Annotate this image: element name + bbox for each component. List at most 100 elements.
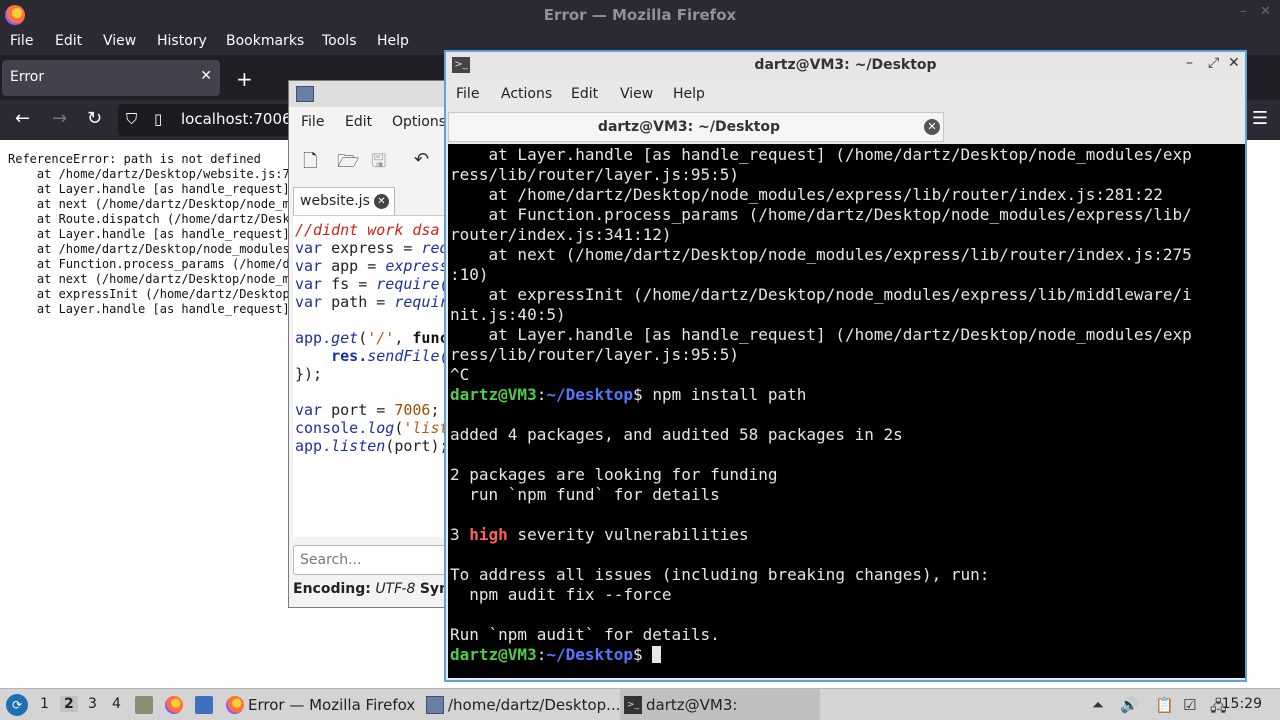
mousepad-window: File Edit Options 🗋 🗁 🖫 ↶ website.js ✕ /… bbox=[288, 80, 458, 608]
mp-tab-title: website.js bbox=[300, 193, 370, 209]
task-mousepad[interactable]: /home/dartz/Desktop... bbox=[422, 689, 621, 720]
tab-error[interactable]: Error ✕ bbox=[2, 60, 220, 96]
minimize-icon[interactable]: – bbox=[1240, 4, 1247, 19]
reload-icon[interactable]: ↻ bbox=[87, 108, 102, 129]
encoding-value[interactable]: UTF-8 bbox=[375, 581, 415, 597]
prompt-symbol: $ bbox=[633, 645, 653, 664]
forward-icon[interactable]: → bbox=[52, 108, 67, 129]
undo-icon[interactable]: ↶ bbox=[414, 149, 429, 170]
terminal-task-icon: >_ bbox=[624, 696, 642, 714]
task-terminal[interactable]: >_ dartz@VM3: ~/Desktop bbox=[620, 689, 820, 720]
term-menu-actions[interactable]: Actions bbox=[501, 86, 552, 102]
code-function: listen bbox=[331, 437, 386, 455]
code-function: get bbox=[331, 329, 359, 347]
maximize-icon[interactable]: ⤢ bbox=[1208, 55, 1219, 71]
code-text: ; bbox=[430, 401, 440, 419]
task-label-mousepad: /home/dartz/Desktop... bbox=[448, 696, 621, 714]
term-menu-view[interactable]: View bbox=[620, 86, 653, 102]
code-text: ( bbox=[358, 329, 368, 347]
desktop-icon[interactable] bbox=[195, 696, 213, 714]
save-icon[interactable]: 🖫 bbox=[371, 149, 386, 179]
menu-history[interactable]: History bbox=[157, 33, 207, 49]
menu-tools[interactable]: Tools bbox=[322, 33, 357, 49]
mousepad-statusbar: Encoding: UTF-8 Syn bbox=[293, 581, 449, 597]
mousepad-menubar: File Edit Options bbox=[289, 111, 457, 135]
code-function: sendFile( bbox=[367, 347, 449, 365]
updates-icon[interactable]: ☑ bbox=[1183, 696, 1196, 714]
volume-icon[interactable]: 🔊 bbox=[1120, 696, 1139, 714]
open-folder-icon[interactable]: 🗁 bbox=[337, 149, 359, 179]
prompt-separator: : bbox=[536, 385, 547, 404]
command-text: npm install path bbox=[652, 385, 807, 404]
mousepad-app-icon bbox=[296, 86, 314, 102]
mousepad-task-icon bbox=[426, 696, 444, 714]
start-menu-icon[interactable]: ⟳ bbox=[6, 694, 28, 716]
workspace-2[interactable]: 2 bbox=[60, 696, 78, 712]
term-menu-help[interactable]: Help bbox=[673, 86, 705, 102]
output-stacktrace: at Layer.handle [as handle_request] (/ho… bbox=[450, 145, 1192, 384]
terminal-window-title: dartz@VM3: ~/Desktop bbox=[754, 57, 937, 73]
terminal-tab[interactable]: dartz@VM3: ~/Desktop ✕ bbox=[448, 112, 944, 142]
term-menu-edit[interactable]: Edit bbox=[571, 86, 598, 102]
minimize-icon[interactable]: – bbox=[1186, 55, 1193, 71]
mp-menu-options[interactable]: Options bbox=[392, 114, 446, 130]
new-file-icon[interactable]: 🗋 bbox=[303, 149, 317, 179]
search-placeholder: Search... bbox=[300, 552, 362, 568]
firefox-titlebar: Error — Mozilla Firefox – ✕ bbox=[0, 0, 1280, 30]
back-icon[interactable]: ← bbox=[15, 108, 30, 129]
new-tab-icon[interactable]: + bbox=[236, 67, 253, 91]
file-manager-icon[interactable] bbox=[135, 696, 153, 714]
workspace-1[interactable]: 1 bbox=[40, 696, 49, 712]
firefox-launcher-icon[interactable] bbox=[165, 696, 183, 714]
prompt-symbol: $ bbox=[633, 385, 653, 404]
shield-icon[interactable]: ⛉ bbox=[126, 110, 137, 128]
code-keyword: var bbox=[295, 239, 323, 257]
code-text: express = bbox=[322, 239, 422, 257]
tab-website-js[interactable]: website.js ✕ bbox=[293, 187, 395, 215]
terminal-titlebar: >_ dartz@VM3: ~/Desktop – ⤢ ✕ bbox=[446, 52, 1245, 80]
prompt-separator: : bbox=[536, 645, 547, 664]
vuln-level: high bbox=[469, 525, 508, 544]
mp-menu-edit[interactable]: Edit bbox=[345, 114, 372, 130]
terminal-screen[interactable]: at Layer.handle [as handle_request] (/ho… bbox=[448, 144, 1245, 678]
taskbar: ⟳ 1 2 3 4 Error — Mozilla Firefox /home/… bbox=[0, 688, 1280, 720]
hamburger-menu-icon[interactable]: ☰ bbox=[1252, 108, 1268, 129]
firefox-task-icon bbox=[226, 696, 244, 714]
clock[interactable]: 15:29 bbox=[1222, 696, 1262, 712]
workspace-4[interactable]: 4 bbox=[112, 696, 121, 712]
code-object: app. bbox=[295, 329, 332, 347]
term-menu-file[interactable]: File bbox=[456, 86, 479, 102]
menu-bookmarks[interactable]: Bookmarks bbox=[226, 33, 304, 49]
close-window-icon[interactable]: ✕ bbox=[1260, 4, 1271, 19]
task-firefox[interactable]: Error — Mozilla Firefox bbox=[222, 689, 418, 720]
menu-file[interactable]: File bbox=[10, 33, 33, 49]
code-function: log bbox=[367, 419, 395, 437]
terminal-tab-close-icon[interactable]: ✕ bbox=[924, 119, 940, 135]
code-object: app. bbox=[295, 437, 332, 455]
close-window-icon[interactable]: ✕ bbox=[1228, 55, 1240, 71]
page-icon: ▯ bbox=[154, 110, 163, 128]
search-input[interactable]: Search... bbox=[293, 545, 457, 575]
code-function: require( bbox=[376, 275, 449, 293]
code-comment: //didnt work dsa bbox=[295, 221, 440, 239]
terminal-output[interactable]: at Layer.handle [as handle_request] (/ho… bbox=[450, 145, 1192, 665]
menu-view[interactable]: View bbox=[103, 33, 136, 49]
code-string: 'list bbox=[403, 419, 449, 437]
code-text[interactable]: //didnt work dsa var express = req var a… bbox=[295, 221, 449, 455]
tab-close-icon[interactable]: ✕ bbox=[200, 68, 212, 84]
code-keyword: var bbox=[295, 257, 323, 275]
code-text: (port); bbox=[385, 437, 449, 455]
mp-menu-file[interactable]: File bbox=[301, 114, 324, 130]
menu-edit[interactable]: Edit bbox=[55, 33, 82, 49]
terminal-window: >_ dartz@VM3: ~/Desktop – ⤢ ✕ File Actio… bbox=[444, 50, 1247, 682]
mp-tab-close-icon[interactable]: ✕ bbox=[374, 194, 389, 209]
code-function: requir bbox=[394, 293, 449, 311]
url-text[interactable]: localhost:7006 bbox=[181, 110, 292, 128]
clipboard-icon[interactable]: 📋 bbox=[1155, 696, 1174, 714]
error-stacktrace: ReferenceError: path is not defined at /… bbox=[8, 152, 290, 316]
code-editor[interactable]: //didnt work dsa var express = req var a… bbox=[293, 215, 457, 537]
tray-arrow-icon[interactable]: ⏶ bbox=[1092, 696, 1104, 714]
workspace-3[interactable]: 3 bbox=[88, 696, 97, 712]
code-keyword: var bbox=[295, 401, 323, 419]
menu-help[interactable]: Help bbox=[377, 33, 409, 49]
